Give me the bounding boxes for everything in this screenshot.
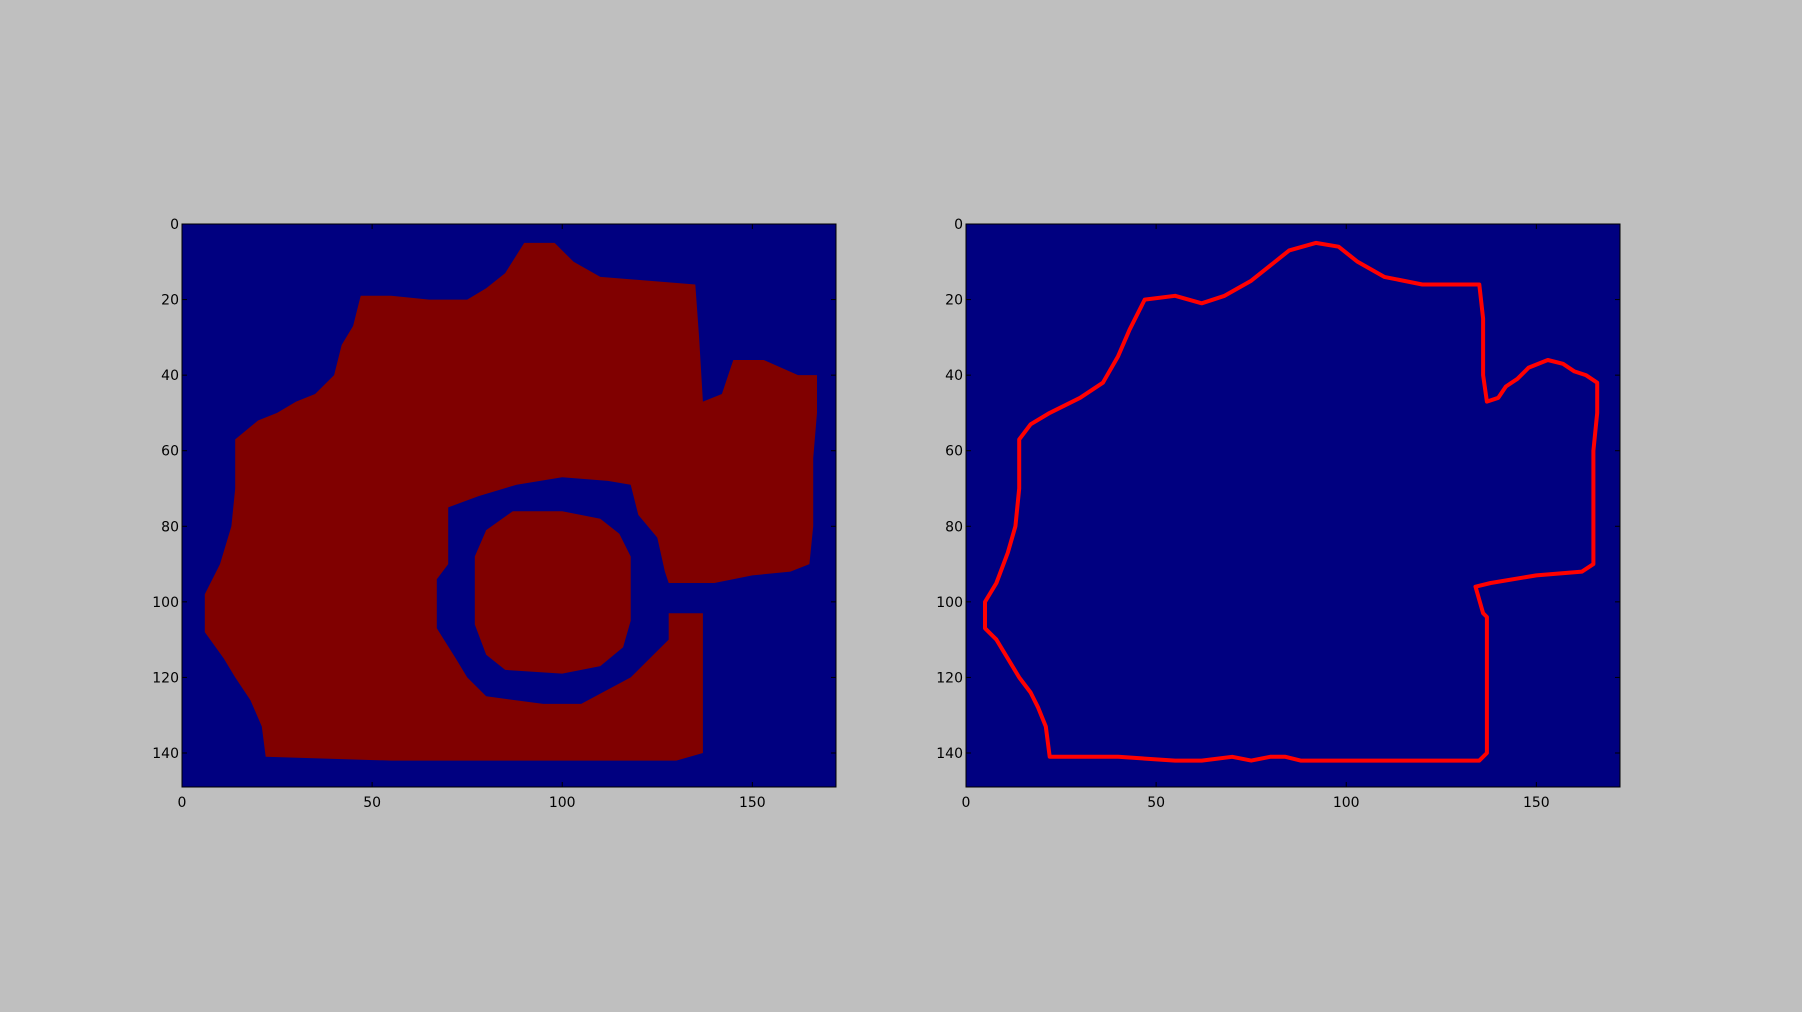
- y-tick-label: 120: [936, 670, 963, 686]
- y-tick-label: 140: [936, 746, 963, 762]
- figure: 0 50 100 150 0 20 40 60 80 100 120 140 0 50 100 150 0 20 4…: [152, 217, 1621, 811]
- image-background: [966, 224, 1620, 787]
- x-tick-label: 0: [962, 795, 971, 811]
- y-tick-label: 40: [161, 368, 179, 384]
- y-tick-label: 100: [152, 595, 179, 611]
- y-tick-label: 20: [945, 293, 963, 309]
- x-tick-label: 150: [1523, 795, 1550, 811]
- axes-2: 0 50 100 150 0 20 40 60 80 100 120 140: [936, 217, 1621, 811]
- axes-1: 0 50 100 150 0 20 40 60 80 100 120 140: [152, 217, 837, 811]
- y-tick-label: 140: [152, 746, 179, 762]
- x-tick-label: 0: [178, 795, 187, 811]
- y-tick-label: 80: [945, 519, 963, 535]
- y-tick-label: 0: [170, 217, 179, 233]
- y-tick-label: 0: [954, 217, 963, 233]
- y-tick-label: 100: [936, 595, 963, 611]
- y-tick-label: 20: [161, 293, 179, 309]
- x-tick-label: 150: [739, 795, 766, 811]
- y-tick-label: 60: [945, 444, 963, 460]
- y-tick-label: 60: [161, 444, 179, 460]
- x-tick-label: 50: [1147, 795, 1165, 811]
- x-tick-label: 100: [1333, 795, 1360, 811]
- y-tick-label: 40: [945, 368, 963, 384]
- y-tick-label: 120: [152, 670, 179, 686]
- x-tick-label: 50: [363, 795, 381, 811]
- y-tick-label: 80: [161, 519, 179, 535]
- x-tick-label: 100: [549, 795, 576, 811]
- inner-region: [474, 511, 631, 674]
